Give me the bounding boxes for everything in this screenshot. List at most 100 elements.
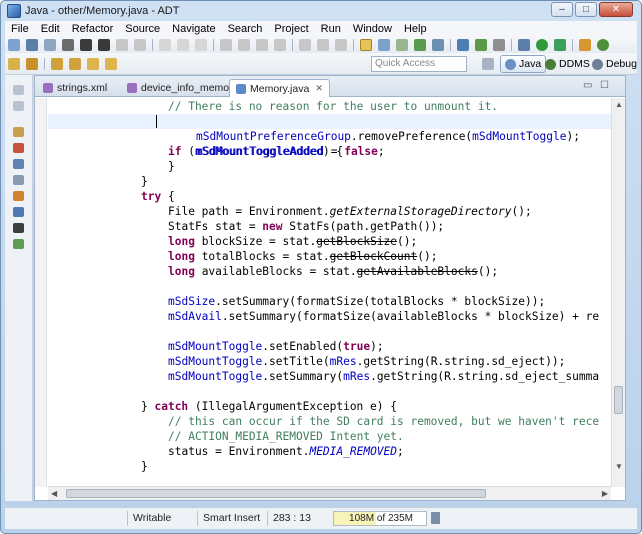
- debug-perspective-button[interactable]: Debug: [588, 55, 641, 73]
- code-line: long totalBlocks = stat.getBlockCount();: [168, 250, 438, 263]
- javadoc-icon[interactable]: [13, 159, 24, 169]
- scroll-left-arrow-icon[interactable]: ◀: [51, 489, 57, 498]
- debug-step-icon[interactable]: [220, 39, 232, 51]
- step-return-icon[interactable]: [335, 39, 347, 51]
- code-line: mSdMountToggle.setEnabled(true);: [168, 340, 384, 353]
- tab-strings-xml[interactable]: strings.xml: [37, 79, 113, 97]
- annotation-next-icon[interactable]: [51, 57, 63, 70]
- scroll-up-arrow-icon[interactable]: ▲: [615, 100, 623, 109]
- scroll-down-arrow-icon[interactable]: ▼: [615, 462, 623, 471]
- paste-icon[interactable]: [195, 39, 207, 51]
- debug-run-icon[interactable]: [518, 39, 530, 51]
- toggle-mark-icon[interactable]: [360, 39, 372, 51]
- console-icon[interactable]: [13, 207, 24, 217]
- logcat-icon[interactable]: [13, 223, 24, 233]
- xml-file-icon: [43, 83, 53, 93]
- window-title: Java - other/Memory.java - ADT: [25, 5, 180, 17]
- devices-icon[interactable]: [13, 239, 24, 249]
- check-icon[interactable]: [475, 39, 487, 51]
- avd-manager-icon[interactable]: [432, 39, 444, 51]
- code-line-current: if (mSdMountToggleAdded) {: [48, 114, 611, 158]
- minimize-editor-icon[interactable]: ▭: [583, 80, 592, 91]
- menu-project[interactable]: Project: [268, 23, 314, 35]
- close-tab-icon[interactable]: ✕: [315, 83, 323, 94]
- show-whitespace-icon[interactable]: [396, 39, 408, 51]
- code-editor[interactable]: // There is no reason for the user to un…: [48, 98, 611, 487]
- maximize-editor-icon[interactable]: ☐: [600, 80, 609, 91]
- ide-window: Java - other/Memory.java - ADT – □ ✕ Fil…: [0, 0, 642, 534]
- redo-icon[interactable]: [134, 39, 146, 51]
- problems-icon[interactable]: [13, 191, 24, 201]
- package-explorer-icon[interactable]: [13, 127, 24, 137]
- open-type-icon[interactable]: [597, 39, 609, 51]
- menu-refactor[interactable]: Refactor: [66, 23, 120, 35]
- new-android-icon[interactable]: [493, 39, 505, 51]
- vertical-scroll-thumb[interactable]: [614, 386, 623, 414]
- ddms-perspective-button[interactable]: DDMS: [541, 55, 594, 73]
- debug-perspective-icon: [592, 58, 603, 70]
- export-icon[interactable]: [98, 39, 110, 51]
- minimize-button[interactable]: –: [551, 2, 573, 17]
- external-tools-icon[interactable]: [554, 39, 566, 51]
- undo-icon[interactable]: [116, 39, 128, 51]
- search-toolbar-icon[interactable]: [26, 57, 38, 70]
- restore-icon[interactable]: [13, 85, 24, 95]
- quick-access-input[interactable]: Quick Access: [371, 56, 467, 72]
- menu-window[interactable]: Window: [347, 23, 398, 35]
- menu-search[interactable]: Search: [222, 23, 269, 35]
- step-into-icon[interactable]: [299, 39, 311, 51]
- menu-run[interactable]: Run: [315, 23, 347, 35]
- back-icon[interactable]: [87, 57, 99, 70]
- secondary-toolbar: Quick Access Java DDMS Debug: [5, 53, 637, 75]
- suspend-icon[interactable]: [256, 39, 268, 51]
- scroll-right-arrow-icon[interactable]: ▶: [602, 489, 608, 498]
- vertical-scrollbar[interactable]: ▲ ▼: [611, 98, 625, 487]
- menu-source[interactable]: Source: [119, 23, 166, 35]
- maximize-panel-icon[interactable]: [13, 101, 24, 111]
- outline-icon[interactable]: [13, 143, 24, 153]
- heap-status[interactable]: 108M of 235M: [333, 511, 427, 526]
- garbage-collect-icon[interactable]: [431, 512, 440, 524]
- terminate-icon[interactable]: [274, 39, 286, 51]
- resume-icon[interactable]: [238, 39, 250, 51]
- annotation-prev-icon[interactable]: [69, 57, 81, 70]
- menu-navigate[interactable]: Navigate: [166, 23, 221, 35]
- code-line: try {: [141, 190, 175, 203]
- code-line: long availableBlocks = stat.getAvailable…: [168, 265, 499, 278]
- new-icon[interactable]: [8, 39, 20, 51]
- code-line: mSdMountToggle.setSummary(mRes.getString…: [168, 370, 600, 383]
- step-over-icon[interactable]: [317, 39, 329, 51]
- horizontal-scrollbar[interactable]: ◀ ▶: [48, 486, 611, 500]
- cut-icon[interactable]: [159, 39, 171, 51]
- maximize-button[interactable]: □: [575, 2, 597, 17]
- save-icon[interactable]: [26, 39, 38, 51]
- left-trim-stack: [5, 75, 33, 501]
- java-perspective-button[interactable]: Java: [500, 55, 547, 73]
- copy-icon[interactable]: [177, 39, 189, 51]
- ddms-perspective-label: DDMS: [559, 58, 590, 70]
- run-icon[interactable]: [536, 39, 548, 51]
- toggle-block-icon[interactable]: [378, 39, 390, 51]
- open-perspective-icon[interactable]: [482, 58, 494, 70]
- save-all-icon[interactable]: [44, 39, 56, 51]
- java-perspective-icon: [505, 58, 516, 70]
- open-task-icon[interactable]: [8, 57, 20, 70]
- forward-icon[interactable]: [105, 57, 117, 70]
- tab-label: strings.xml: [57, 82, 108, 94]
- lint-icon[interactable]: [457, 39, 469, 51]
- horizontal-scroll-thumb[interactable]: [66, 489, 486, 498]
- debug-perspective-label: Debug: [606, 58, 637, 70]
- close-button[interactable]: ✕: [599, 2, 633, 17]
- code-line: mSdMountToggleAdded = false;: [196, 145, 385, 158]
- android-sdk-icon[interactable]: [414, 39, 426, 51]
- print-icon[interactable]: [62, 39, 74, 51]
- declaration-icon[interactable]: [13, 175, 24, 185]
- menu-help[interactable]: Help: [398, 23, 433, 35]
- menu-edit[interactable]: Edit: [35, 23, 66, 35]
- import-icon[interactable]: [80, 39, 92, 51]
- ddms-perspective-icon: [545, 58, 556, 70]
- tab-memory-java[interactable]: Memory.java ✕: [229, 79, 330, 97]
- new-class-icon[interactable]: [579, 39, 591, 51]
- menu-file[interactable]: File: [5, 23, 35, 35]
- status-insert-mode: Smart Insert: [203, 512, 261, 524]
